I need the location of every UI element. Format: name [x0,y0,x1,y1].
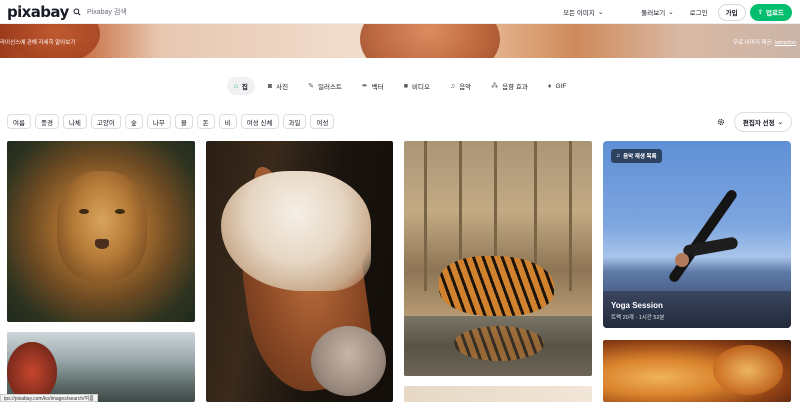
category-label: 벡터 [371,84,384,91]
home-icon: ⌂ [233,82,238,90]
camera-icon: ◙ [267,82,273,90]
photo-lion[interactable] [7,141,195,322]
sort-label: 편집자 선정 [742,120,775,127]
chevron-down-icon: ⌄ [777,119,784,126]
horse-muzzle [311,326,386,396]
image-type-dropdown[interactable]: 모든 이미지 ⌄ [557,7,609,17]
sort-dropdown[interactable]: 편집자 선정 ⌄ [734,112,792,132]
chevron-down-icon: ⌄ [668,9,674,16]
tiger-reflection [454,326,544,361]
photo-horse[interactable] [206,141,393,402]
yoga-figure-head [675,253,689,267]
tag-chip[interactable]: 나무 [146,114,171,129]
playlist-badge: ♫ 음악 재생 목록 [611,149,662,163]
category-gif[interactable]: ♦ GIF [541,77,573,95]
category-nav: ⌂ 집 ◙ 사진 ✎ 일러스트 ✒ 벡터 ■ 비디오 ♫ 음악 ⁂ 음향 효과 … [0,76,800,96]
explore-menu[interactable]: 둘러보기 ⌄ [635,7,679,17]
chevron-down-icon: ⌄ [597,9,604,16]
brush-icon: ✎ [308,83,314,90]
category-illustrations[interactable]: ✎ 일러스트 [301,77,349,95]
search-input[interactable]: Pixabay 검색 [87,7,127,17]
category-label: 일러스트 [317,84,342,91]
tag-chips: 여름 풍경 나체 고양이 숲 나무 물 돈 비 여성 신체 과일 여성 [7,114,335,129]
sound-effect-icon: ⁂ [491,83,499,90]
credit-prefix: 무료 이미지 제공: [733,40,774,46]
photo-foggy-forest[interactable] [7,332,195,402]
category-videos[interactable]: ■ 비디오 [397,77,437,95]
yoga-figure-leg [667,188,739,284]
explore-label: 둘러보기 [641,10,666,17]
music-playlist-card[interactable]: ♫ 음악 재생 목록 Yoga Session 트랙 20개 · 1시간 52분 [603,141,791,328]
image-type-label: 모든 이미지 [563,10,595,17]
tag-chip[interactable]: 숲 [124,114,143,129]
tag-chip[interactable]: 비 [218,114,237,129]
search-bar[interactable]: Pixabay 검색 [73,3,553,21]
tag-chip[interactable]: 과일 [282,114,307,129]
lion-nose [95,239,109,249]
hero-credit: 무료 이미지 제공: lamarton [733,38,796,46]
category-home[interactable]: ⌂ 집 [226,77,255,95]
playlist-meta: 트랙 20개 · 1시간 52분 [611,315,665,321]
playlist-title: Yoga Session [611,301,663,310]
bamboo-stalk [569,141,572,291]
tag-chip[interactable]: 풍경 [34,114,59,129]
filter-settings-button[interactable] [713,114,729,129]
join-button[interactable]: 가입 [717,3,746,21]
bamboo-stalk [424,141,427,291]
search-icon [73,7,81,16]
tag-chip[interactable]: 고양이 [90,114,121,129]
gif-icon: ♦ [547,82,552,90]
hero-leaf-image [360,24,500,58]
category-vectors[interactable]: ✒ 벡터 [355,77,391,95]
tag-chip[interactable]: 물 [174,114,193,129]
autumn-tree [7,342,57,402]
music-icon: ♫ [449,82,456,90]
lion-eye [115,209,125,214]
browser-status-url: tps://pixabay.com/ko/images/search/여름 [0,394,98,402]
category-label: GIF [555,82,567,90]
tag-chip[interactable]: 나체 [62,114,87,129]
login-link[interactable]: 로그인 [684,7,714,17]
license-link[interactable]: 라이선스에 관해 자세히 알아보기 [0,38,75,46]
category-photos[interactable]: ◙ 사진 [261,77,295,95]
tag-chip[interactable]: 여성 신체 [240,114,279,129]
pen-icon: ✒ [361,83,368,90]
pixabay-logo[interactable]: pixabay [7,3,69,21]
upload-button[interactable]: ⇪ 업로드 [749,3,792,21]
tag-chip[interactable]: 여름 [7,114,31,129]
category-label: 음향 효과 [502,84,528,91]
photo-tiger[interactable] [404,141,592,376]
category-label: 집 [241,84,248,91]
video-icon: ■ [403,82,408,90]
photo-partial[interactable] [404,386,592,402]
category-label: 사진 [276,84,289,91]
category-music[interactable]: ♫ 음악 [443,77,478,95]
leaf-shape [713,345,783,395]
lion-eye [79,209,89,214]
tag-chip[interactable]: 여성 [310,114,335,129]
photo-autumn-leaves[interactable] [603,340,791,402]
tiger-body [439,256,554,316]
top-navigation-bar: pixabay Pixabay 검색 모든 이미지 ⌄ 둘러보기 ⌄ 로그인 가… [0,0,800,24]
category-label: 비디오 [411,84,430,91]
upload-icon: ⇪ [757,9,764,16]
category-label: 음악 [459,84,472,91]
tag-chip[interactable]: 돈 [196,114,215,129]
credit-author-link[interactable]: lamarton [775,40,796,46]
gear-icon [717,118,725,125]
playlist-badge-label: 음악 재생 목록 [623,154,657,160]
category-sound-effects[interactable]: ⁂ 음향 효과 [484,77,535,95]
yoga-figure-torso [682,236,739,258]
music-note-icon: ♫ [616,153,621,159]
hero-banner: 라이선스에 관해 자세히 알아보기 무료 이미지 제공: lamarton [0,24,800,58]
lion-face [57,171,147,281]
upload-label: 업로드 [766,10,784,17]
